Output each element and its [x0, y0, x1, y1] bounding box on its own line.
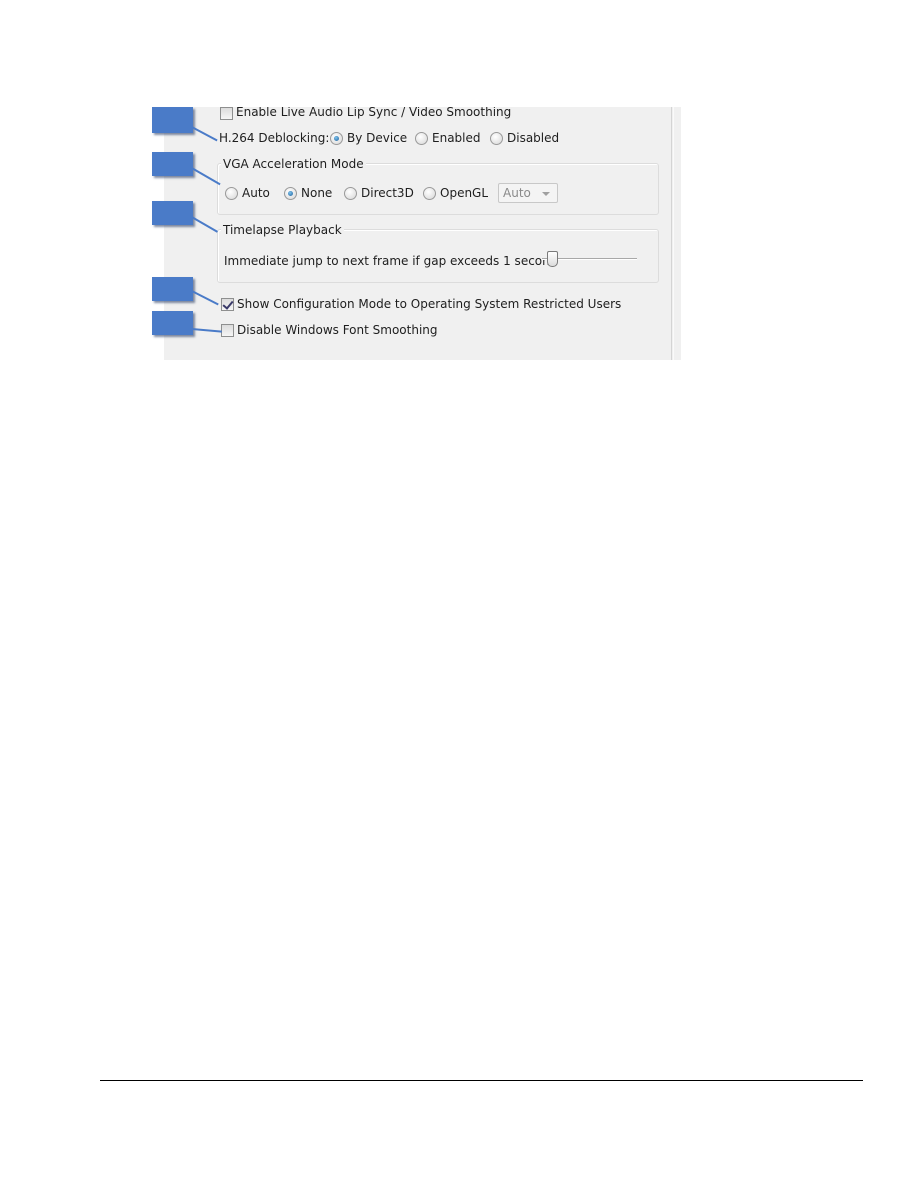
callout-box-3: [152, 201, 193, 225]
vga-opengl-radio[interactable]: [423, 187, 436, 200]
vga-mode-dropdown-value: Auto: [503, 186, 531, 200]
vga-direct3d-radio[interactable]: [344, 187, 357, 200]
h264-disabled-radio[interactable]: [490, 132, 503, 145]
show-config-mode-checkbox[interactable]: [221, 298, 234, 311]
panel-border: [671, 107, 672, 360]
callout-box-2: [152, 152, 193, 176]
h264-by-device-label: By Device: [347, 131, 408, 145]
vga-auto-radio[interactable]: [225, 187, 238, 200]
h264-by-device-radio[interactable]: [330, 132, 343, 145]
callout-box-4: [152, 277, 193, 301]
timelapse-legend: Timelapse Playback: [221, 223, 344, 237]
vga-direct3d-label: Direct3D: [361, 186, 414, 200]
timelapse-slider-thumb[interactable]: [546, 251, 558, 267]
vga-none-label: None: [301, 186, 333, 200]
chevron-down-icon: [542, 192, 550, 196]
vga-opengl-label: OpenGL: [440, 186, 489, 200]
callout-box-5: [152, 311, 193, 335]
show-config-mode-label: Show Configuration Mode to Operating Sys…: [237, 297, 622, 311]
footer-divider: [100, 1080, 863, 1081]
disable-font-smoothing-checkbox[interactable]: [221, 324, 234, 337]
vga-auto-label: Auto: [242, 186, 270, 200]
lip-sync-label: Enable Live Audio Lip Sync / Video Smoot…: [236, 107, 512, 119]
settings-screenshot: Enable Live Audio Lip Sync / Video Smoot…: [164, 107, 681, 360]
lip-sync-checkbox[interactable]: [220, 107, 233, 120]
h264-disabled-label: Disabled: [507, 131, 560, 145]
timelapse-description: Immediate jump to next frame if gap exce…: [224, 254, 558, 268]
disable-font-smoothing-label: Disable Windows Font Smoothing: [237, 323, 438, 337]
h264-enabled-radio[interactable]: [415, 132, 428, 145]
h264-deblocking-label: H.264 Deblocking:: [219, 131, 330, 145]
vga-none-radio[interactable]: [284, 187, 297, 200]
callout-box-1: [152, 107, 193, 133]
vga-mode-dropdown[interactable]: Auto: [498, 183, 558, 203]
h264-enabled-label: Enabled: [432, 131, 481, 145]
panel-border-highlight: [673, 107, 674, 360]
vga-acceleration-legend: VGA Acceleration Mode: [221, 157, 366, 171]
